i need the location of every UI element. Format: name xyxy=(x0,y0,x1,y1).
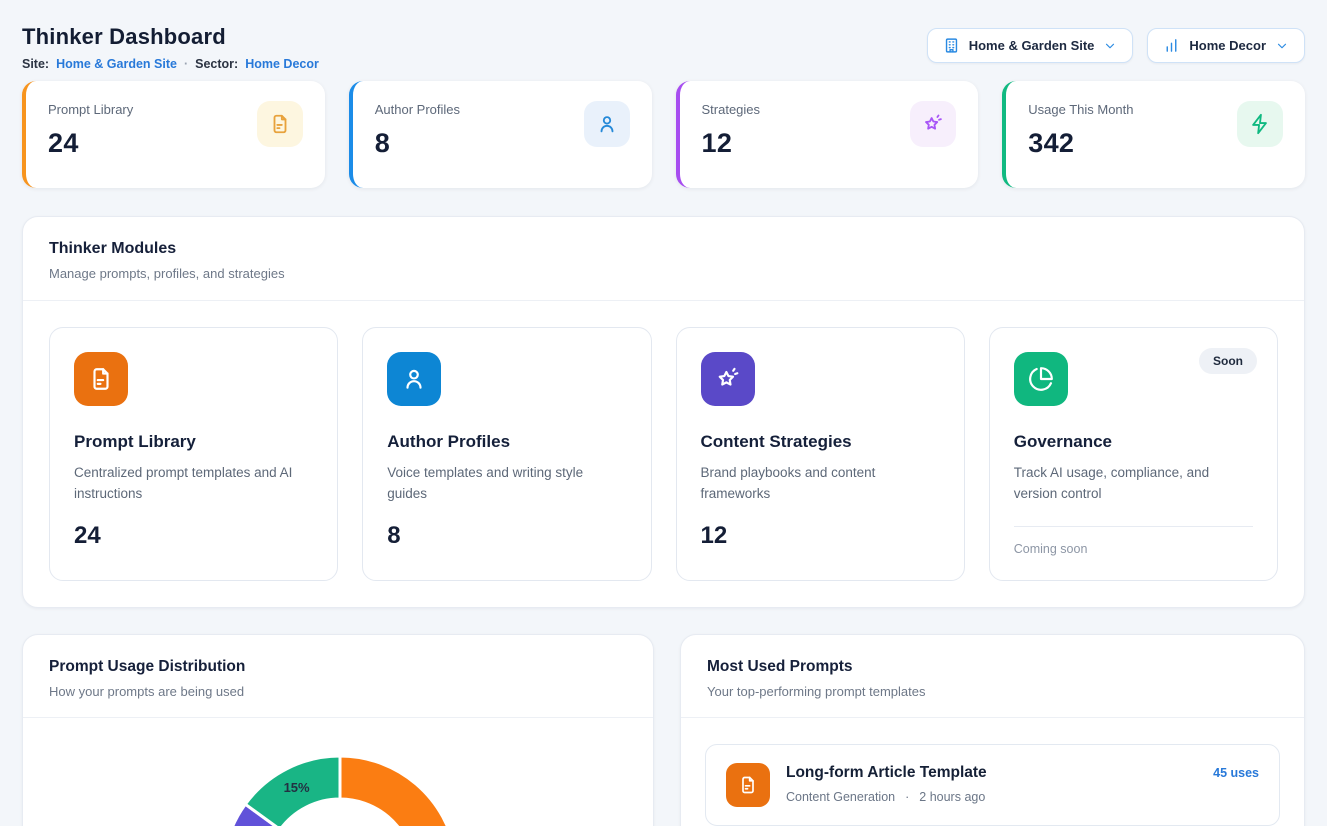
header-actions: Home & Garden Site Home Decor xyxy=(927,28,1305,63)
site-selector-label: Home & Garden Site xyxy=(969,38,1095,53)
sector-selector-label: Home Decor xyxy=(1189,38,1266,53)
page-header: Thinker Dashboard Site: Home & Garden Si… xyxy=(22,24,1305,71)
site-selector-button[interactable]: Home & Garden Site xyxy=(927,28,1134,63)
meta-separator: · xyxy=(905,790,909,804)
thinker-modules-panel: Thinker Modules Manage prompts, profiles… xyxy=(22,216,1305,608)
usage-panel-header: Prompt Usage Distribution How your promp… xyxy=(23,635,653,718)
module-count: 12 xyxy=(701,522,940,550)
module-count: 8 xyxy=(387,522,626,550)
person-icon xyxy=(387,352,441,406)
prompts-panel-header: Most Used Prompts Your top-performing pr… xyxy=(681,635,1304,718)
bottom-row: Prompt Usage Distribution How your promp… xyxy=(22,634,1305,826)
prompt-item-meta: Content Generation · 2 hours ago xyxy=(786,790,987,804)
modules-grid: Prompt Library Centralized prompt templa… xyxy=(23,301,1304,607)
usage-distribution-panel: Prompt Usage Distribution How your promp… xyxy=(22,634,654,826)
chevron-down-icon xyxy=(1103,39,1117,53)
module-card-prompt-library[interactable]: Prompt Library Centralized prompt templa… xyxy=(49,327,338,581)
prompt-item-category: Content Generation xyxy=(786,790,895,804)
prompt-item-uses-badge: 45 uses xyxy=(1213,763,1259,780)
module-card-governance[interactable]: Soon Governance Track AI usage, complian… xyxy=(989,327,1278,581)
module-card-author-profiles[interactable]: Author Profiles Voice templates and writ… xyxy=(362,327,651,581)
stat-card-author-profiles: Author Profiles 8 xyxy=(349,81,652,188)
module-title: Prompt Library xyxy=(74,432,313,452)
module-count: 24 xyxy=(74,522,313,550)
coming-soon-text: Coming soon xyxy=(1014,542,1253,556)
module-description: Voice templates and writing style guides xyxy=(387,463,626,505)
prompt-list: Long-form Article Template Content Gener… xyxy=(681,718,1304,826)
stat-card-strategies: Strategies 12 xyxy=(676,81,979,188)
page-title: Thinker Dashboard xyxy=(22,24,319,50)
dashboard-page: Thinker Dashboard Site: Home & Garden Si… xyxy=(0,0,1327,826)
stat-card-prompt-library: Prompt Library 24 xyxy=(22,81,325,188)
pie-chart-icon xyxy=(1014,352,1068,406)
chevron-down-icon xyxy=(1275,39,1289,53)
sector-selector-button[interactable]: Home Decor xyxy=(1147,28,1305,63)
modules-panel-subtitle: Manage prompts, profiles, and strategies xyxy=(49,266,1278,281)
prompt-item-text: Long-form Article Template Content Gener… xyxy=(786,763,987,804)
breadcrumb-site-link[interactable]: Home & Garden Site xyxy=(56,57,177,71)
module-divider xyxy=(1014,526,1253,527)
module-description: Centralized prompt templates and AI inst… xyxy=(74,463,313,505)
person-icon xyxy=(584,101,630,147)
breadcrumb-site-label: Site: xyxy=(22,57,49,71)
file-icon xyxy=(74,352,128,406)
modules-panel-title: Thinker Modules xyxy=(49,240,1278,258)
module-title: Content Strategies xyxy=(701,432,940,452)
breadcrumb-separator: · xyxy=(184,57,188,71)
building-icon xyxy=(943,37,960,54)
soon-badge: Soon xyxy=(1199,348,1257,374)
stat-card-usage: Usage This Month 342 xyxy=(1002,81,1305,188)
prompts-panel-subtitle: Your top-performing prompt templates xyxy=(707,684,1278,699)
usage-panel-title: Prompt Usage Distribution xyxy=(49,658,627,676)
prompt-item-title: Long-form Article Template xyxy=(786,763,987,782)
breadcrumb: Site: Home & Garden Site · Sector: Home … xyxy=(22,57,319,71)
header-titles: Thinker Dashboard Site: Home & Garden Si… xyxy=(22,24,319,71)
sparkle-icon xyxy=(910,101,956,147)
module-description: Brand playbooks and content frameworks xyxy=(701,463,940,505)
breadcrumb-sector-label: Sector: xyxy=(195,57,238,71)
zap-icon xyxy=(1237,101,1283,147)
sparkle-icon xyxy=(701,352,755,406)
bar-chart-icon xyxy=(1163,37,1180,54)
stat-cards-row: Prompt Library 24 Author Profiles 8 Stra… xyxy=(22,81,1305,188)
prompts-panel-title: Most Used Prompts xyxy=(707,658,1278,676)
donut-slice-label: 15% xyxy=(284,780,310,795)
prompt-list-item[interactable]: Long-form Article Template Content Gener… xyxy=(705,744,1280,826)
file-icon xyxy=(257,101,303,147)
usage-panel-subtitle: How your prompts are being used xyxy=(49,684,627,699)
module-card-content-strategies[interactable]: Content Strategies Brand playbooks and c… xyxy=(676,327,965,581)
file-icon xyxy=(726,763,770,807)
module-title: Author Profiles xyxy=(387,432,626,452)
prompt-item-time: 2 hours ago xyxy=(919,790,985,804)
most-used-prompts-panel: Most Used Prompts Your top-performing pr… xyxy=(680,634,1305,826)
module-description: Track AI usage, compliance, and version … xyxy=(1014,463,1253,505)
usage-donut-chart: 15% xyxy=(23,718,653,826)
breadcrumb-sector-link[interactable]: Home Decor xyxy=(245,57,319,71)
module-title: Governance xyxy=(1014,432,1253,452)
donut-slice xyxy=(340,756,457,826)
modules-panel-header: Thinker Modules Manage prompts, profiles… xyxy=(23,217,1304,301)
